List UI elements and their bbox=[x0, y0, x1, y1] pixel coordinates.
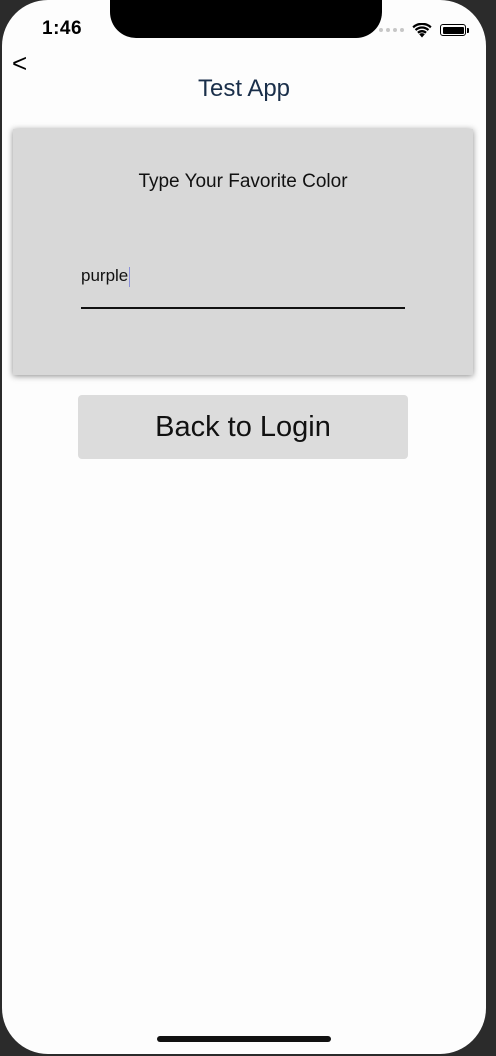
battery-level bbox=[442, 26, 464, 34]
wifi-icon bbox=[412, 22, 432, 37]
back-to-login-button[interactable]: Back to Login bbox=[78, 395, 408, 459]
favorite-color-prompt: Type Your Favorite Color bbox=[138, 171, 348, 192]
cellular-dots-icon bbox=[379, 28, 404, 32]
favorite-color-input[interactable]: purple bbox=[81, 262, 405, 290]
status-icons bbox=[379, 20, 469, 40]
battery-icon bbox=[440, 24, 469, 36]
favorite-color-input-value: purple bbox=[81, 266, 129, 285]
page-title: Test App bbox=[197, 75, 291, 102]
device-frame: 1:46 < Test App Type Your Favorite Color… bbox=[0, 0, 496, 1056]
home-indicator[interactable] bbox=[157, 1036, 331, 1042]
back-button[interactable]: < bbox=[12, 48, 27, 78]
status-time: 1:46 bbox=[42, 18, 83, 39]
input-underline bbox=[81, 307, 405, 309]
text-caret bbox=[129, 266, 131, 287]
app-screen: 1:46 < Test App Type Your Favorite Color… bbox=[2, 0, 486, 1054]
favorite-color-card: Type Your Favorite Color purple bbox=[13, 129, 473, 375]
device-notch bbox=[110, 0, 382, 38]
